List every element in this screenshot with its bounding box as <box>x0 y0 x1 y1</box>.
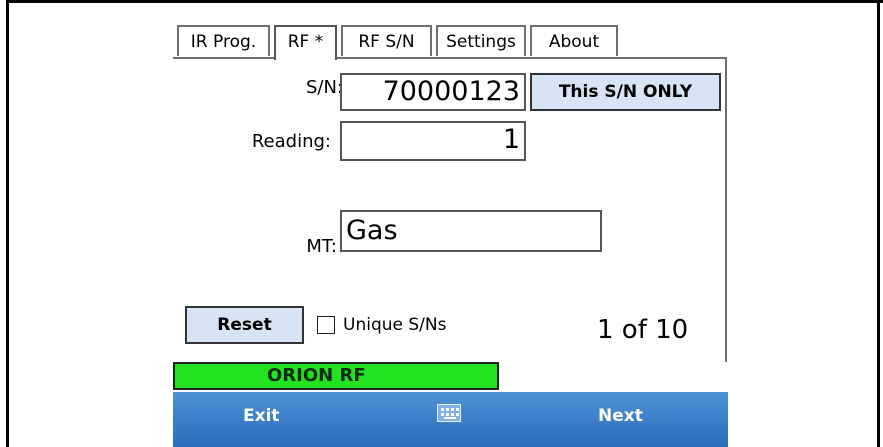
sn-field[interactable]: 70000123 <box>340 73 526 111</box>
this-sn-only-button[interactable]: This S/N ONLY <box>530 73 721 111</box>
tab-about[interactable]: About <box>530 25 618 56</box>
mt-field[interactable]: Gas <box>340 210 602 252</box>
tab-rf[interactable]: RF * <box>274 25 337 60</box>
exit-softkey[interactable]: Exit <box>243 406 280 426</box>
frame-border-top <box>6 0 883 3</box>
reset-button[interactable]: Reset <box>185 306 304 344</box>
next-softkey[interactable]: Next <box>598 406 643 426</box>
unique-sns-label[interactable]: Unique S/Ns <box>343 315 446 335</box>
tab-settings-label: Settings <box>446 32 516 52</box>
frame-border-left <box>6 0 9 447</box>
record-counter: 1 of 10 <box>597 315 689 345</box>
tab-rf-sn-label: RF S/N <box>358 32 415 52</box>
keyboard-icon[interactable] <box>437 404 461 422</box>
tab-rf-label: RF * <box>287 32 324 52</box>
reading-field[interactable]: 1 <box>340 121 526 161</box>
tab-rf-sn[interactable]: RF S/N <box>341 25 432 56</box>
rf-panel: S/N: 70000123 This S/N ONLY Reading: 1 M… <box>173 59 727 362</box>
status-text: ORION RF <box>267 365 366 386</box>
mt-label: MT: <box>306 236 337 257</box>
frame-border-right <box>877 0 880 447</box>
tab-ir-prog[interactable]: IR Prog. <box>177 25 270 56</box>
unique-sns-checkbox[interactable] <box>317 316 335 334</box>
tab-ir-prog-label: IR Prog. <box>190 32 257 52</box>
device-screen: IR Prog. RF * RF S/N Settings About S/N:… <box>173 20 728 447</box>
softkey-bar: Exit Next <box>173 392 728 447</box>
reading-label: Reading: <box>251 131 331 152</box>
sn-label: S/N: <box>305 77 343 98</box>
tab-settings[interactable]: Settings <box>436 25 526 56</box>
status-bar: ORION RF <box>173 362 499 390</box>
tab-about-label: About <box>548 32 600 52</box>
